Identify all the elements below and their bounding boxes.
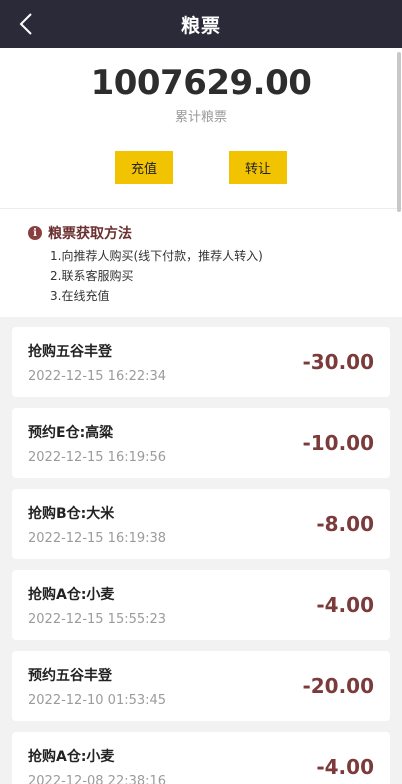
record-name: 预约五谷丰登 [28,667,112,684]
records-list: 抢购五谷丰登 2022-12-15 16:22:34 -30.00 预约E仓:高… [0,317,402,784]
info-icon: i [28,226,42,240]
record-row[interactable]: 抢购五谷丰登 2022-12-15 16:22:34 -30.00 [12,327,390,397]
balance-label: 累计粮票 [174,110,227,125]
record-name: 抢购A仓:小麦 [28,586,115,603]
chevron-left-icon [19,13,32,35]
record-amount: -4.00 [316,755,374,779]
recharge-button[interactable]: 充值 [115,151,173,184]
record-time: 2022-12-15 16:22:34 [28,368,167,384]
methods-title: 粮票获取方法 [48,226,132,242]
scrollbar[interactable] [397,52,401,212]
record-amount: -10.00 [302,431,374,455]
record-row[interactable]: 预约五谷丰登 2022-12-10 01:53:45 -20.00 [12,651,390,721]
balance-summary: 1007629.00 累计粮票 充值 转让 [0,48,402,209]
methods-heading: i 粮票获取方法 [28,223,402,243]
record-row[interactable]: 抢购B仓:大米 2022-12-15 16:19:38 -8.00 [12,489,390,559]
record-time: 2022-12-10 01:53:45 [28,692,167,708]
record-row[interactable]: 抢购A仓:小麦 2022-12-15 15:55:23 -4.00 [12,570,390,640]
record-row[interactable]: 抢购A仓:小麦 2022-12-08 22:38:16 -4.00 [12,732,390,784]
record-name: 抢购A仓:小麦 [28,748,115,765]
balance-amount: 1007629.00 [90,63,312,103]
method-line: 1.向推荐人购买(线下付款，推荐人转入) [50,249,263,263]
record-name: 预约E仓:高粱 [28,424,114,441]
record-amount: -30.00 [302,350,374,374]
record-time: 2022-12-15 16:19:38 [28,530,167,546]
record-name: 抢购五谷丰登 [28,343,112,360]
record-time: 2022-12-15 16:19:56 [28,449,167,465]
record-amount: -4.00 [316,593,374,617]
record-amount: -20.00 [302,674,374,698]
page-title: 粮票 [180,14,221,37]
record-name: 抢购B仓:大米 [28,505,115,522]
action-buttons: 充值 转让 [0,151,402,184]
method-line: 3.在线充值 [50,289,110,303]
back-button[interactable] [14,12,38,36]
record-time: 2022-12-15 15:55:23 [28,611,167,627]
top-bar: 粮票 [0,0,402,48]
record-time: 2022-12-08 22:38:16 [28,773,167,784]
record-amount: -8.00 [316,512,374,536]
record-row[interactable]: 预约E仓:高粱 2022-12-15 16:19:56 -10.00 [12,408,390,478]
acquisition-methods: i 粮票获取方法 1.向推荐人购买(线下付款，推荐人转入) 2.联系客服购买 3… [0,209,402,317]
content-scroll[interactable]: 1007629.00 累计粮票 充值 转让 i 粮票获取方法 1.向推荐人购买(… [0,48,402,784]
transfer-button[interactable]: 转让 [229,151,287,184]
method-line: 2.联系客服购买 [50,269,134,283]
methods-list: 1.向推荐人购买(线下付款，推荐人转入) 2.联系客服购买 3.在线充值 [50,246,402,306]
